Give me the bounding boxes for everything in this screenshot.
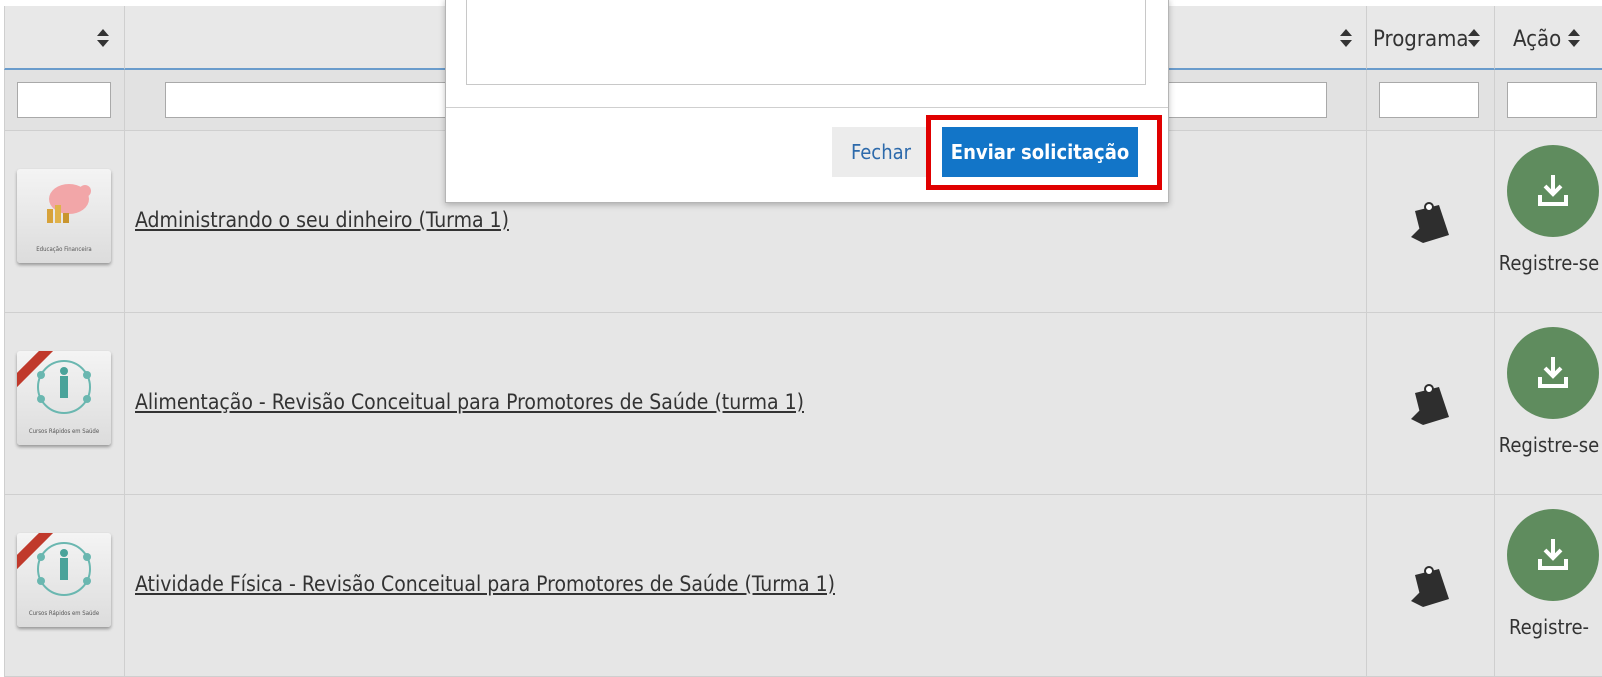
thumbnail-caption: Cursos Rápidos em Saúde <box>28 428 100 435</box>
register-button[interactable] <box>1507 145 1599 237</box>
table-row: Cursos Rápidos em Saúde Alimentação - Re… <box>4 313 1602 495</box>
course-thumbnail[interactable]: Educação Financeira <box>17 169 111 263</box>
program-clipboard-icon[interactable] <box>1409 561 1453 611</box>
filter-input-action[interactable] <box>1507 82 1597 118</box>
header-col-thumbnail[interactable] <box>4 6 124 70</box>
course-title-link[interactable]: Administrando o seu dinheiro (Turma 1) <box>135 208 509 232</box>
register-label[interactable]: Registre-se <box>1495 249 1602 277</box>
course-thumbnail[interactable]: Cursos Rápidos em Saúde <box>17 351 111 445</box>
header-program-label: Programa <box>1373 27 1469 52</box>
program-clipboard-icon[interactable] <box>1409 379 1453 429</box>
sort-icon[interactable] <box>1467 28 1481 48</box>
sort-icon[interactable] <box>1567 28 1581 48</box>
filter-cell-thumbnail <box>4 70 124 131</box>
message-textarea[interactable] <box>466 0 1146 85</box>
modal-footer-divider <box>446 107 1168 108</box>
download-icon <box>1538 175 1568 206</box>
download-icon <box>1538 539 1568 570</box>
header-col-action[interactable]: Ação <box>1494 6 1602 70</box>
header-action-label: Ação <box>1513 27 1562 52</box>
filter-cell-program <box>1366 70 1494 131</box>
close-button[interactable]: Fechar <box>832 127 930 177</box>
course-title-link[interactable]: Atividade Física - Revisão Conceitual pa… <box>135 572 835 596</box>
filter-cell-action <box>1494 70 1602 131</box>
sort-icon[interactable] <box>96 28 110 48</box>
register-button[interactable] <box>1507 327 1599 419</box>
register-label[interactable]: Registre- <box>1495 613 1602 641</box>
download-icon <box>1538 357 1568 388</box>
register-label[interactable]: Registre-se <box>1495 431 1602 459</box>
filter-input-program[interactable] <box>1379 82 1479 118</box>
table-row: Cursos Rápidos em Saúde Atividade Física… <box>4 495 1602 677</box>
piggy-bank-icon <box>47 184 91 223</box>
program-clipboard-icon[interactable] <box>1409 197 1453 247</box>
sort-icon[interactable] <box>1339 28 1353 48</box>
thumbnail-caption: Cursos Rápidos em Saúde <box>28 610 100 617</box>
highlight-box <box>926 115 1162 190</box>
course-thumbnail[interactable]: Cursos Rápidos em Saúde <box>17 533 111 627</box>
course-title-link[interactable]: Alimentação - Revisão Conceitual para Pr… <box>135 390 804 414</box>
thumbnail-caption: Educação Financeira <box>36 246 92 253</box>
filter-input-thumbnail[interactable] <box>17 82 111 118</box>
register-button[interactable] <box>1507 509 1599 601</box>
header-col-program[interactable]: Programa <box>1366 6 1494 70</box>
